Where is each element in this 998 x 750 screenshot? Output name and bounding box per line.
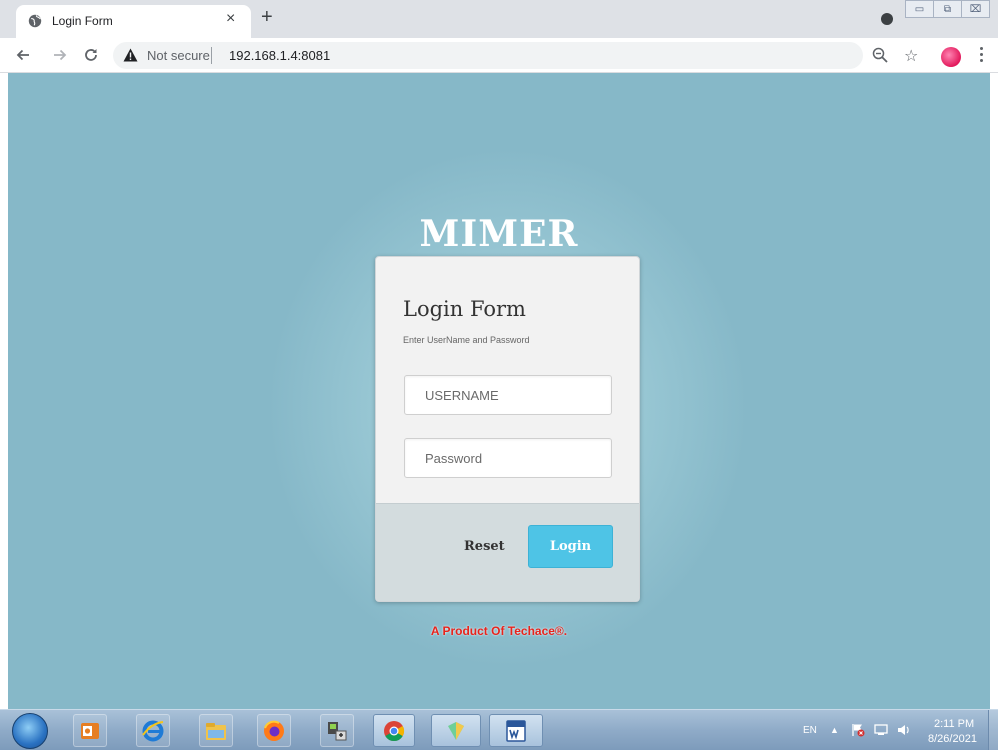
outlook-icon [81, 722, 99, 739]
taskbar: EN ▲ 2:11 PM 8/26/2021 [0, 709, 998, 750]
taskbar-outlook[interactable] [73, 714, 107, 747]
reload-button[interactable] [80, 44, 102, 66]
word-icon [506, 719, 526, 742]
warning-triangle-icon[interactable] [123, 48, 138, 62]
clock-time[interactable]: 2:11 PM [934, 718, 974, 730]
taskbar-internet-explorer[interactable] [136, 714, 170, 747]
app-icon [448, 721, 464, 740]
url-text[interactable]: 192.168.1.4:8081 [229, 48, 330, 63]
form-actions: Reset Login [376, 503, 639, 601]
taskbar-network-tool[interactable] [320, 714, 354, 747]
address-separator [211, 47, 212, 64]
tray-expand-button[interactable]: ▲ [830, 725, 839, 735]
tab-close-button[interactable]: × [226, 10, 235, 28]
back-button[interactable] [12, 44, 34, 66]
security-status[interactable]: Not secure [147, 48, 210, 63]
tab-title: Login Form [52, 14, 113, 28]
language-indicator[interactable]: EN [803, 725, 817, 736]
forward-button[interactable] [49, 44, 71, 66]
username-placeholder: USERNAME [425, 388, 499, 403]
form-title: Login Form [403, 297, 526, 321]
close-window-button[interactable]: ⌧ [961, 0, 990, 18]
menu-icon[interactable] [978, 47, 984, 65]
new-tab-button[interactable]: + [261, 6, 273, 29]
file-explorer-icon [206, 722, 226, 740]
taskbar-app[interactable] [431, 714, 481, 747]
clock-date[interactable]: 8/26/2021 [928, 733, 977, 745]
taskbar-chrome[interactable] [373, 714, 415, 747]
form-hint: Enter UserName and Password [403, 335, 530, 345]
browser-toolbar: Not secure 192.168.1.4:8081 ☆ [0, 38, 998, 73]
star-icon[interactable]: ☆ [904, 46, 918, 66]
globe-icon [28, 14, 42, 28]
internet-explorer-icon [142, 720, 164, 741]
password-placeholder: Password [425, 451, 483, 466]
username-input[interactable]: USERNAME [404, 375, 612, 415]
network-icon[interactable] [874, 723, 888, 737]
page-viewport: MIMER Login Form Enter UserName and Pass… [8, 73, 990, 709]
window-controls: ▭ ⧉ ⌧ [905, 0, 990, 18]
taskbar-word[interactable] [489, 714, 543, 747]
login-button[interactable]: Login [528, 525, 613, 568]
browser-tab-strip: Login Form × + ▭ ⧉ ⌧ [0, 0, 998, 38]
taskbar-firefox[interactable] [257, 714, 291, 747]
media-indicator-icon[interactable] [881, 13, 893, 25]
flag-warning-icon[interactable] [851, 723, 865, 737]
brand-title: MIMER [419, 213, 579, 255]
reset-button[interactable]: Reset [464, 539, 505, 554]
start-orb-icon[interactable] [12, 713, 48, 749]
show-desktop-button[interactable] [988, 710, 998, 750]
product-credit: A Product Of Techace®. [430, 624, 568, 638]
firefox-icon [264, 720, 284, 741]
taskbar-file-explorer[interactable] [199, 714, 233, 747]
browser-tab[interactable]: Login Form × [16, 5, 251, 38]
chrome-icon [384, 720, 405, 741]
minimize-button[interactable]: ▭ [905, 0, 934, 18]
zoom-icon[interactable] [871, 46, 889, 64]
address-bar[interactable]: Not secure 192.168.1.4:8081 [113, 42, 888, 69]
password-input[interactable]: Password [404, 438, 612, 478]
maximize-button[interactable]: ⧉ [933, 0, 962, 18]
forward-arrow-icon [54, 49, 67, 61]
login-card: Login Form Enter UserName and Password U… [375, 256, 640, 602]
reload-icon [85, 49, 97, 61]
network-tool-icon [328, 721, 347, 740]
volume-icon[interactable] [897, 723, 911, 737]
profile-icon[interactable] [941, 47, 961, 67]
back-arrow-icon [16, 49, 29, 61]
